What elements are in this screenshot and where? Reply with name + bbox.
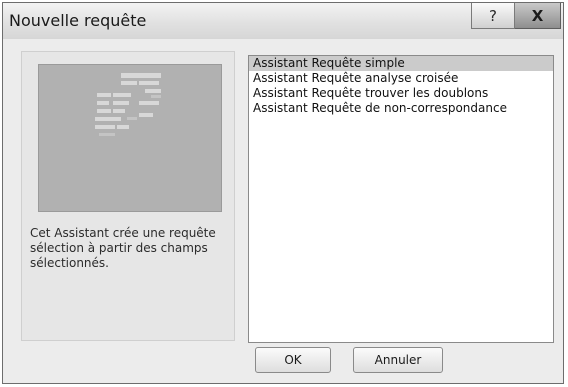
- new-query-dialog: Nouvelle requête ? X Cet Assistant crée …: [2, 2, 564, 384]
- help-icon: ?: [489, 6, 497, 25]
- cancel-button[interactable]: Annuler: [353, 347, 443, 373]
- close-icon: X: [531, 6, 544, 25]
- wizard-preview-image: [38, 64, 222, 212]
- close-button[interactable]: X: [515, 3, 561, 29]
- wizard-description: Cet Assistant crée une requête sélection…: [30, 226, 216, 270]
- query-preview-illustration: [95, 73, 161, 136]
- window-title: Nouvelle requête: [9, 11, 147, 30]
- help-button[interactable]: ?: [471, 3, 515, 29]
- title-bar[interactable]: Nouvelle requête ? X: [3, 3, 563, 39]
- list-item-find-duplicates[interactable]: Assistant Requête trouver les doublons: [249, 86, 553, 101]
- list-item-simple-query[interactable]: Assistant Requête simple: [249, 56, 553, 71]
- list-item-crosstab-query[interactable]: Assistant Requête analyse croisée: [249, 71, 553, 86]
- description-panel: Cet Assistant crée une requête sélection…: [21, 51, 235, 341]
- list-item-find-unmatched[interactable]: Assistant Requête de non-correspondance: [249, 101, 553, 116]
- ok-button[interactable]: OK: [255, 347, 331, 373]
- wizard-list[interactable]: Assistant Requête simple Assistant Requê…: [248, 55, 554, 343]
